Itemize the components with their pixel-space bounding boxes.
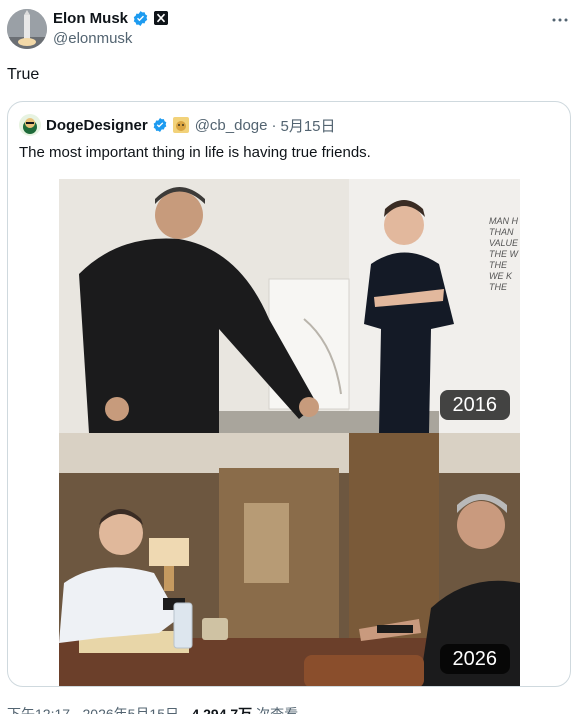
post-text: True	[7, 66, 40, 83]
verified-badge-icon[interactable]	[132, 10, 149, 27]
quoted-post-text: The most important thing in life is havi…	[19, 144, 371, 161]
wall-text-line: MAN H	[489, 216, 519, 226]
quoted-post-header: DogeDesigner @cb_doge · 5月15日	[19, 114, 336, 136]
quoted-post-card[interactable]: DogeDesigner @cb_doge · 5月15日 The most i…	[7, 101, 571, 687]
post-meta: 下午12:17 · 2026年5月15日 · 4,294.7万 次查看	[7, 704, 298, 714]
wall-text-line: WE K	[489, 271, 513, 281]
doge-badge-icon	[172, 117, 189, 133]
dot-separator: ·	[182, 706, 188, 714]
quoted-author-name[interactable]: DogeDesigner	[46, 117, 148, 134]
view-count: 4,294.7万	[191, 706, 253, 714]
quoted-post-date[interactable]: 5月15日	[280, 115, 335, 136]
post-date[interactable]: 2026年5月15日	[83, 706, 180, 714]
quoted-author-avatar[interactable]	[19, 114, 41, 136]
wall-text-line: THE W	[489, 249, 520, 259]
author-avatar[interactable]	[7, 9, 47, 49]
year-label-2026: 2026	[439, 644, 510, 674]
x-logo-badge-icon[interactable]	[154, 11, 169, 25]
quoted-author-handle[interactable]: @cb_doge	[195, 117, 268, 134]
wall-text-line: THE	[489, 260, 508, 270]
wall-text-line: THE	[489, 282, 508, 292]
more-options-icon[interactable]	[550, 10, 570, 30]
view-count-label: 次查看	[256, 706, 299, 714]
dot-separator: ·	[73, 706, 79, 714]
author-block: Elon Musk @elonmusk	[53, 9, 169, 47]
dot-separator: ·	[271, 116, 277, 134]
wall-text-line: VALUE	[489, 238, 519, 248]
author-name[interactable]: Elon Musk	[53, 10, 128, 27]
wall-text-line: THAN	[489, 227, 514, 237]
post-time[interactable]: 下午12:17	[7, 706, 70, 714]
author-handle[interactable]: @elonmusk	[53, 30, 168, 47]
doge-avatar-image	[19, 114, 41, 136]
year-label-2016: 2016	[439, 390, 510, 420]
quoted-post-image[interactable]: MAN H THAN VALUE THE W THE WE K THE 2016	[59, 179, 520, 686]
rocket-launch-image	[7, 9, 47, 49]
verified-badge-icon[interactable]	[152, 117, 168, 133]
